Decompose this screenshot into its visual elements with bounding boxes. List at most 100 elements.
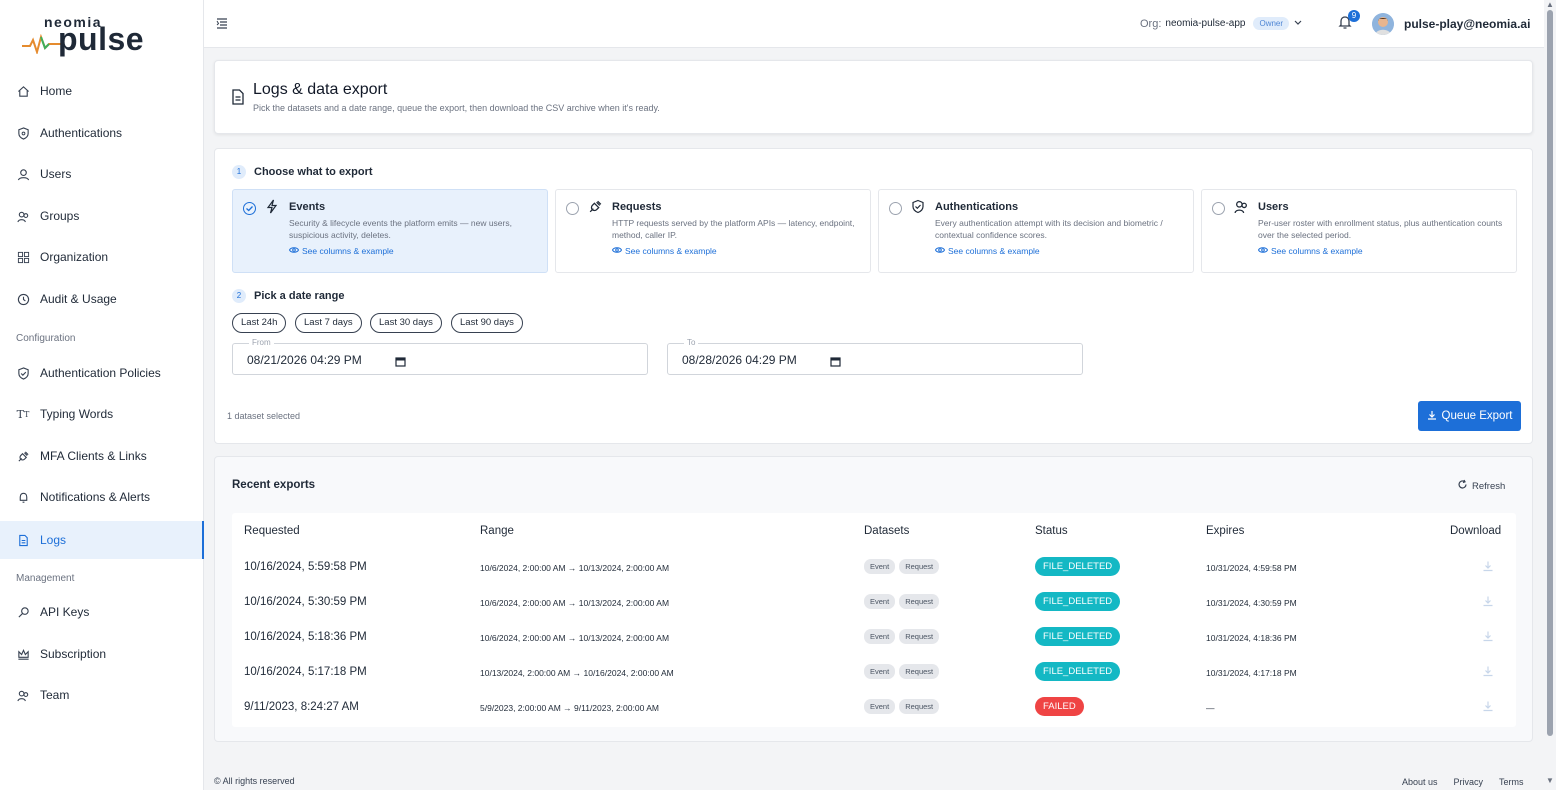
- datasets-cell: Event Request: [864, 699, 940, 714]
- sidebar-item-authentication-policies[interactable]: Authentication Policies: [0, 355, 204, 391]
- dataset-title: Requests: [612, 201, 662, 213]
- dataset-tag: Request: [899, 559, 940, 574]
- calendar-icon[interactable]: [395, 354, 406, 372]
- link-label: See columns & example: [1271, 246, 1363, 256]
- clock-icon: [16, 292, 30, 306]
- recent-exports-card: Recent exports Refresh Requested Range D…: [214, 456, 1533, 742]
- sidebar-item-typing-words[interactable]: TT Typing Words: [0, 396, 204, 432]
- notification-count-badge: 9: [1348, 10, 1360, 22]
- range-chip-24h[interactable]: Last 24h: [232, 313, 287, 333]
- requested-cell: 10/16/2024, 5:30:59 PM: [244, 596, 367, 608]
- refresh-button[interactable]: Refresh: [1457, 479, 1505, 493]
- field-label: To: [684, 338, 699, 347]
- menu-toggle-icon[interactable]: [216, 16, 228, 34]
- brand-logo[interactable]: neomia pulse: [22, 12, 152, 60]
- column-header: Range: [480, 525, 514, 537]
- table-row: 10/16/2024, 5:17:18 PM 10/13/2024, 2:00:…: [232, 656, 1516, 691]
- dataset-title: Authentications: [935, 201, 1019, 213]
- download-icon[interactable]: [1482, 629, 1494, 647]
- footer-link-privacy[interactable]: Privacy: [1454, 777, 1484, 787]
- scroll-down-icon[interactable]: ▼: [1546, 776, 1554, 785]
- queue-export-button[interactable]: Queue Export: [1418, 401, 1521, 431]
- radio-unchecked-icon[interactable]: [566, 202, 579, 215]
- download-icon[interactable]: [1482, 699, 1494, 717]
- user-icon: [16, 167, 30, 181]
- footer-link-about[interactable]: About us: [1402, 777, 1438, 787]
- radio-unchecked-icon[interactable]: [889, 202, 902, 215]
- step-choose-datasets: 1 Choose what to export: [232, 165, 373, 179]
- sidebar-item-label: Audit & Usage: [40, 292, 117, 306]
- dataset-description: HTTP requests served by the platform API…: [612, 218, 855, 240]
- dataset-option-authentications[interactable]: Authentications Every authentication att…: [878, 189, 1194, 273]
- plug-icon: [16, 449, 30, 463]
- section-label-management: Management: [16, 573, 75, 584]
- key-icon: [16, 605, 30, 619]
- sidebar-item-team[interactable]: Team: [0, 677, 204, 713]
- shield-check-icon: [911, 199, 925, 219]
- dataset-title: Events: [289, 201, 326, 213]
- date-from-field[interactable]: From 08/21/2026 04:29 PM: [232, 338, 648, 375]
- sidebar-item-label: Notifications & Alerts: [40, 490, 151, 504]
- scroll-up-icon[interactable]: ▲: [1546, 0, 1554, 9]
- date-to-value[interactable]: 08/28/2026 04:29 PM: [682, 353, 797, 367]
- sidebar-item-audit-usage[interactable]: Audit & Usage: [0, 281, 204, 317]
- users-icon: [1234, 199, 1249, 219]
- range-chip-30d[interactable]: Last 30 days: [370, 313, 442, 333]
- crown-icon: [16, 647, 30, 661]
- download-icon[interactable]: [1482, 594, 1494, 612]
- role-badge: Owner: [1253, 17, 1290, 30]
- dataset-option-events[interactable]: Events Security & lifecycle events the p…: [232, 189, 548, 273]
- table-row: 9/11/2023, 8:24:27 AM 5/9/2023, 2:00:00 …: [232, 691, 1516, 726]
- sidebar-item-groups[interactable]: Groups: [0, 198, 204, 234]
- field-label: From: [249, 338, 274, 347]
- sidebar-item-organization[interactable]: Organization: [0, 239, 204, 275]
- avatar[interactable]: [1372, 13, 1394, 35]
- footer-copyright: © All rights reserved: [214, 776, 295, 786]
- dataset-option-requests[interactable]: Requests HTTP requests served by the pla…: [555, 189, 871, 273]
- range-cell: 10/6/2024, 2:00:00 AM → 10/13/2024, 2:00…: [480, 563, 670, 573]
- org-switcher[interactable]: Org: neomia-pulse-app Owner: [1140, 17, 1303, 30]
- status-badge: FILE_DELETED: [1035, 662, 1121, 681]
- download-icon[interactable]: [1482, 664, 1494, 682]
- pulse-wave-icon: [22, 34, 62, 54]
- dataset-option-users[interactable]: Users Per-user roster with enrollment st…: [1201, 189, 1517, 273]
- sidebar-item-label: Authentications: [40, 126, 123, 140]
- sidebar-item-logs[interactable]: Logs: [0, 521, 204, 559]
- radio-unchecked-icon[interactable]: [1212, 202, 1225, 215]
- dataset-title: Users: [1258, 201, 1289, 213]
- user-email[interactable]: pulse-play@neomia.ai: [1404, 17, 1530, 31]
- column-header: Datasets: [864, 525, 910, 537]
- sidebar-item-home[interactable]: Home: [0, 73, 204, 109]
- radio-checked-icon[interactable]: [243, 202, 256, 215]
- page-subtitle: Pick the datasets and a date range, queu…: [253, 103, 660, 113]
- sidebar-item-label: MFA Clients & Links: [40, 449, 147, 463]
- sidebar-item-authentications[interactable]: Authentications: [0, 115, 204, 151]
- range-chip-90d[interactable]: Last 90 days: [451, 313, 523, 333]
- text-icon: TT: [16, 407, 30, 421]
- dataset-tag: Request: [899, 699, 940, 714]
- range-chip-7d[interactable]: Last 7 days: [295, 313, 362, 333]
- date-from-value[interactable]: 08/21/2026 04:29 PM: [247, 353, 362, 367]
- button-label: Queue Export: [1441, 410, 1513, 422]
- see-columns-link[interactable]: See columns & example: [611, 246, 717, 256]
- download-icon[interactable]: [1482, 559, 1494, 577]
- sidebar-item-users[interactable]: Users: [0, 156, 204, 192]
- sidebar-item-subscription[interactable]: Subscription: [0, 636, 204, 672]
- sidebar-item-api-keys[interactable]: API Keys: [0, 594, 204, 630]
- dataset-tag: Event: [864, 594, 896, 609]
- page-title: Logs & data export: [253, 81, 388, 98]
- calendar-icon[interactable]: [830, 354, 841, 372]
- page-scrollbar[interactable]: ▲ ▼: [1544, 0, 1556, 790]
- see-columns-link[interactable]: See columns & example: [288, 246, 394, 256]
- see-columns-link[interactable]: See columns & example: [934, 246, 1040, 256]
- dataset-tag: Event: [864, 699, 896, 714]
- requested-cell: 10/16/2024, 5:17:18 PM: [244, 666, 367, 678]
- footer-link-terms[interactable]: Terms: [1499, 777, 1524, 787]
- date-to-field[interactable]: To 08/28/2026 04:29 PM: [667, 338, 1083, 375]
- step-label: Choose what to export: [254, 166, 373, 178]
- sidebar-item-notifications-alerts[interactable]: Notifications & Alerts: [0, 479, 204, 515]
- link-label: See columns & example: [302, 246, 394, 256]
- see-columns-link[interactable]: See columns & example: [1257, 246, 1363, 256]
- scroll-thumb[interactable]: [1547, 10, 1553, 736]
- sidebar-item-mfa-clients[interactable]: MFA Clients & Links: [0, 438, 204, 474]
